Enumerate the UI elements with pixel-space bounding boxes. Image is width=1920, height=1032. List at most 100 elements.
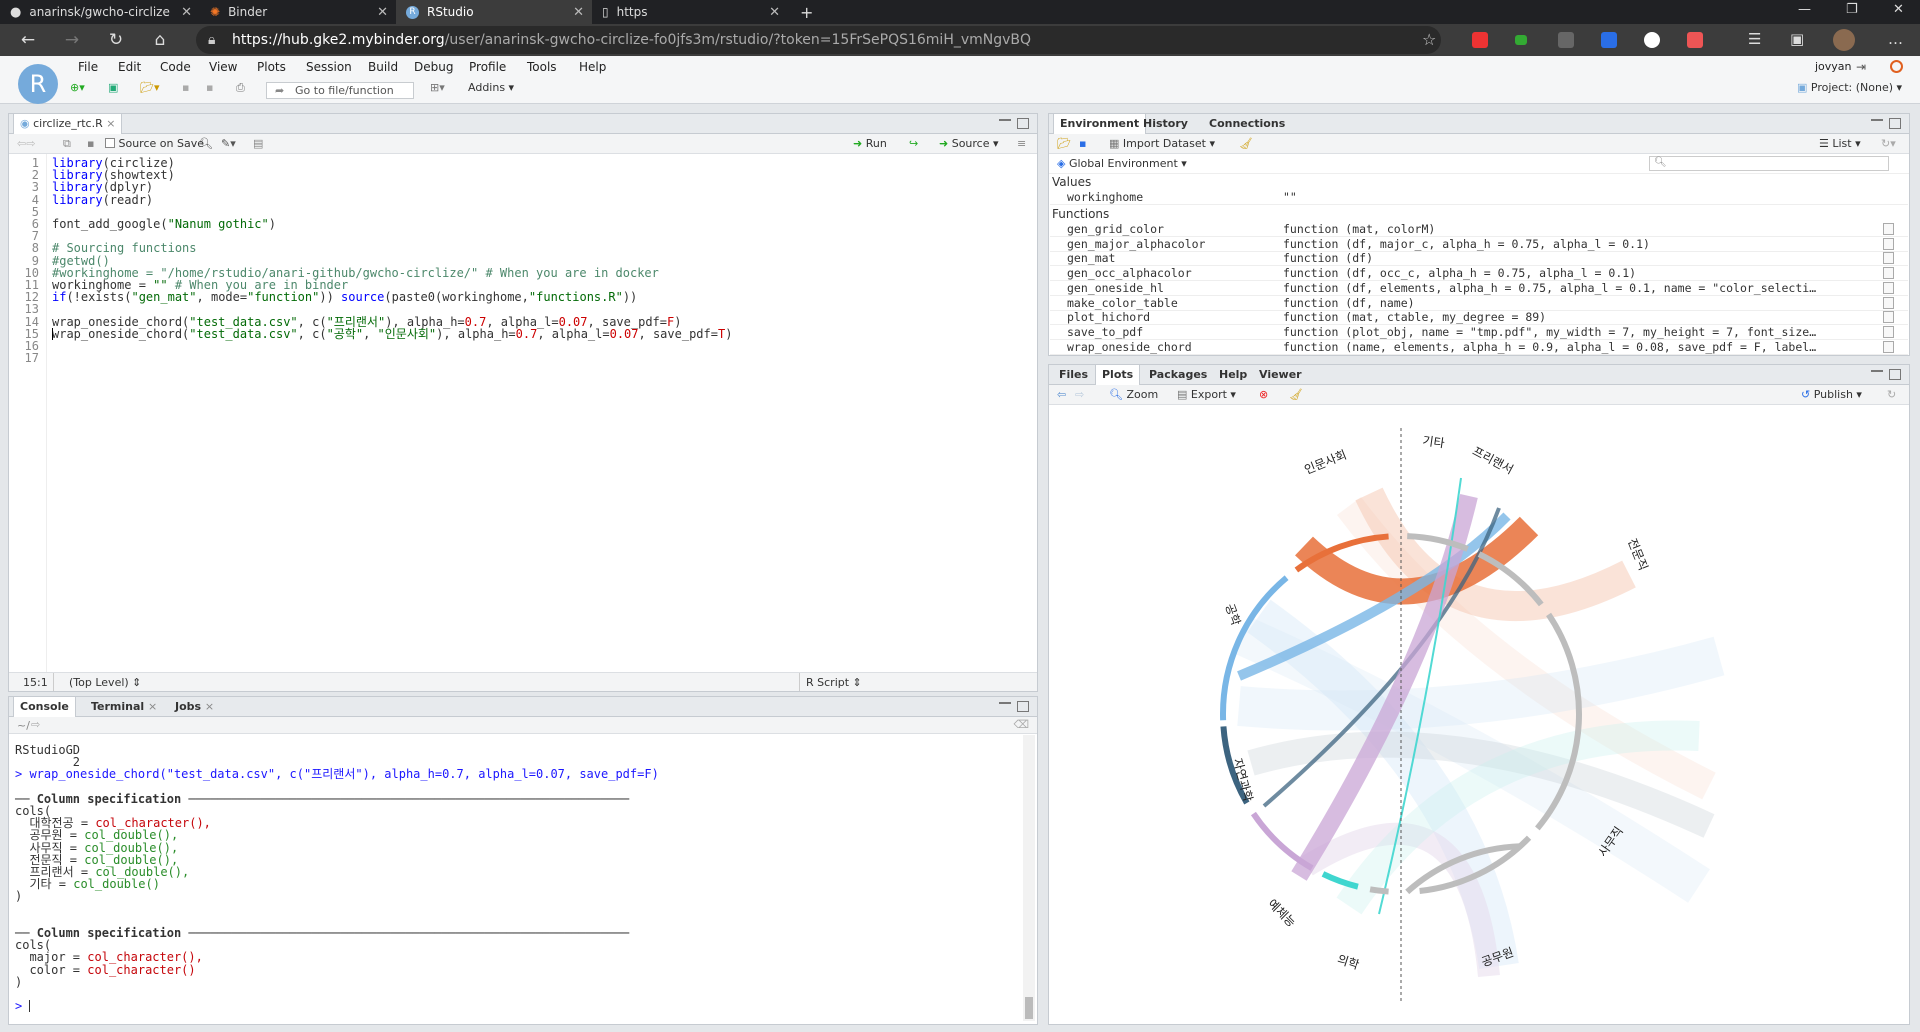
tab-viewer[interactable]: Viewer: [1253, 365, 1308, 385]
menu-tools[interactable]: Tools: [527, 60, 557, 74]
maximize-pane-icon[interactable]: [1889, 369, 1901, 380]
save-icon[interactable]: ▪: [87, 137, 94, 150]
minimize-pane-icon[interactable]: [1871, 118, 1883, 121]
view-mode-menu[interactable]: ☰ List ▾: [1819, 137, 1861, 150]
rerun-icon[interactable]: ↪: [909, 137, 918, 150]
env-row[interactable]: make_color_table function (df, name): [1050, 296, 1908, 311]
menu-plots[interactable]: Plots: [257, 60, 286, 74]
compile-icon[interactable]: ▤: [253, 137, 263, 150]
refresh-icon[interactable]: ↻▾: [1881, 137, 1896, 150]
env-row[interactable]: gen_grid_color function (mat, colorM): [1050, 222, 1908, 237]
save-workspace-icon[interactable]: ▪: [1079, 137, 1086, 150]
scrollbar-thumb[interactable]: [1025, 997, 1033, 1019]
browser-tab-github[interactable]: ● anarinsk/gwcho-circlize ✕: [0, 0, 200, 24]
source-on-save-checkbox[interactable]: Source on Save: [105, 137, 204, 150]
tab-console[interactable]: Console: [13, 697, 76, 717]
code-editor[interactable]: library(circlize) library(showtext) libr…: [52, 157, 732, 340]
next-plot-icon[interactable]: ⇨: [1075, 388, 1084, 401]
tab-terminal[interactable]: Terminal ×: [85, 697, 163, 717]
collections-icon[interactable]: ▣: [1790, 30, 1804, 48]
close-tab-icon[interactable]: ×: [205, 700, 214, 713]
view-function-icon[interactable]: [1883, 311, 1894, 324]
browser-tab-https[interactable]: ▯ https ✕: [592, 0, 788, 24]
print-icon[interactable]: ⎙: [236, 81, 245, 95]
favorites-icon[interactable]: ☰: [1748, 30, 1761, 48]
addins-menu[interactable]: Addins ▾: [468, 81, 514, 94]
editor-tab[interactable]: ◉ circlize_rtc.R ×: [13, 114, 123, 134]
env-row[interactable]: workinghome "": [1050, 190, 1908, 205]
minimize-icon[interactable]: —: [1798, 2, 1811, 17]
grid-layout-icon[interactable]: ⊞▾: [430, 81, 445, 94]
maximize-pane-icon[interactable]: [1889, 118, 1901, 129]
forward-icon[interactable]: →: [60, 28, 84, 52]
close-window-icon[interactable]: ✕: [1893, 2, 1904, 17]
save-icon[interactable]: ▪: [182, 81, 189, 94]
console-scrollbar[interactable]: [1023, 735, 1035, 1021]
clear-plots-icon[interactable]: 🧹︎: [1289, 388, 1303, 401]
back-icon[interactable]: ⇦⇨: [17, 137, 35, 150]
sign-out-icon[interactable]: ⇥: [1856, 60, 1866, 74]
clear-console-icon[interactable]: ⌫: [1013, 718, 1029, 731]
env-row[interactable]: gen_oneside_hl function (df, elements, al…: [1050, 281, 1908, 296]
export-button[interactable]: ▤ Export ▾: [1177, 388, 1236, 401]
avatar[interactable]: [1833, 29, 1855, 51]
scope-dropdown[interactable]: ◈ Global Environment ▾: [1057, 157, 1187, 170]
close-tab-icon[interactable]: ✕: [377, 5, 388, 20]
env-row[interactable]: wrap_oneside_chord function (name, elemen…: [1050, 340, 1908, 355]
refresh-icon[interactable]: ↻: [1887, 388, 1896, 401]
outline-icon[interactable]: ≡: [1017, 137, 1026, 150]
env-row[interactable]: gen_occ_alphacolor function (df, occ_c, a…: [1050, 266, 1908, 282]
view-function-icon[interactable]: [1883, 281, 1894, 294]
show-in-window-icon[interactable]: ⧉: [63, 137, 71, 151]
environment-search-input[interactable]: 🔍︎: [1649, 156, 1889, 171]
publish-button[interactable]: ↺ Publish ▾: [1801, 388, 1862, 401]
import-dataset-button[interactable]: ▦ Import Dataset ▾: [1109, 137, 1215, 150]
console-output[interactable]: RStudioGD 2 > wrap_oneside_chord("test_d…: [15, 744, 659, 1012]
minimize-pane-icon[interactable]: [1871, 369, 1883, 372]
extension-icon[interactable]: [1558, 32, 1574, 48]
menu-code[interactable]: Code: [160, 60, 191, 74]
new-file-icon[interactable]: ⊕▾: [70, 81, 85, 94]
zoom-button[interactable]: 🔍︎ Zoom: [1109, 388, 1158, 401]
menu-file[interactable]: File: [78, 60, 98, 74]
power-icon[interactable]: [1890, 60, 1903, 73]
project-menu[interactable]: ▣ Project: (None) ▾: [1797, 81, 1902, 94]
view-function-icon[interactable]: [1883, 252, 1894, 265]
open-file-icon[interactable]: 📂︎▾: [140, 81, 160, 94]
menu-session[interactable]: Session: [306, 60, 352, 74]
star-icon[interactable]: ☆: [1422, 30, 1436, 49]
close-tab-icon[interactable]: ×: [106, 117, 115, 130]
address-bar[interactable]: 🔒︎ https://hub.gke2.mybinder.org/user/ana…: [196, 26, 1441, 54]
broom-icon[interactable]: 🧹︎: [1239, 137, 1253, 150]
view-function-icon[interactable]: [1883, 340, 1894, 353]
view-function-icon[interactable]: [1883, 237, 1894, 250]
restore-icon[interactable]: ❐: [1846, 2, 1858, 17]
extension-icon[interactable]: [1472, 32, 1488, 48]
tab-environment[interactable]: Environment: [1053, 114, 1147, 134]
menu-view[interactable]: View: [209, 60, 237, 74]
close-tab-icon[interactable]: ✕: [573, 5, 584, 20]
tab-packages[interactable]: Packages: [1143, 365, 1213, 385]
view-function-icon[interactable]: [1883, 267, 1894, 280]
close-tab-icon[interactable]: ✕: [181, 5, 192, 20]
find-icon[interactable]: 🔍︎: [199, 137, 213, 150]
env-row[interactable]: gen_mat function (df): [1050, 251, 1908, 267]
source-button[interactable]: ➜ Source ▾: [939, 137, 999, 150]
home-icon[interactable]: ⌂: [148, 28, 172, 52]
previous-plot-icon[interactable]: ⇦: [1057, 388, 1066, 401]
close-tab-icon[interactable]: ×: [148, 700, 157, 713]
tab-plots[interactable]: Plots: [1095, 365, 1141, 385]
maximize-pane-icon[interactable]: [1017, 701, 1029, 712]
reload-icon[interactable]: ↻: [104, 28, 128, 52]
browser-tab-binder[interactable]: ✺ Binder ✕: [200, 0, 396, 24]
extension-icon[interactable]: [1644, 32, 1660, 48]
menu-build[interactable]: Build: [368, 60, 398, 74]
menu-debug[interactable]: Debug: [414, 60, 453, 74]
save-all-icon[interactable]: ▪: [206, 81, 213, 94]
console-prompt[interactable]: >: [15, 999, 31, 1013]
file-type-selector[interactable]: R Script ⇕: [806, 676, 862, 689]
env-row[interactable]: save_to_pdf function (plot_obj, name = "t…: [1050, 325, 1908, 340]
tab-jobs[interactable]: Jobs ×: [169, 697, 220, 717]
menu-help[interactable]: Help: [579, 60, 606, 74]
extension-icon[interactable]: [1687, 32, 1703, 48]
